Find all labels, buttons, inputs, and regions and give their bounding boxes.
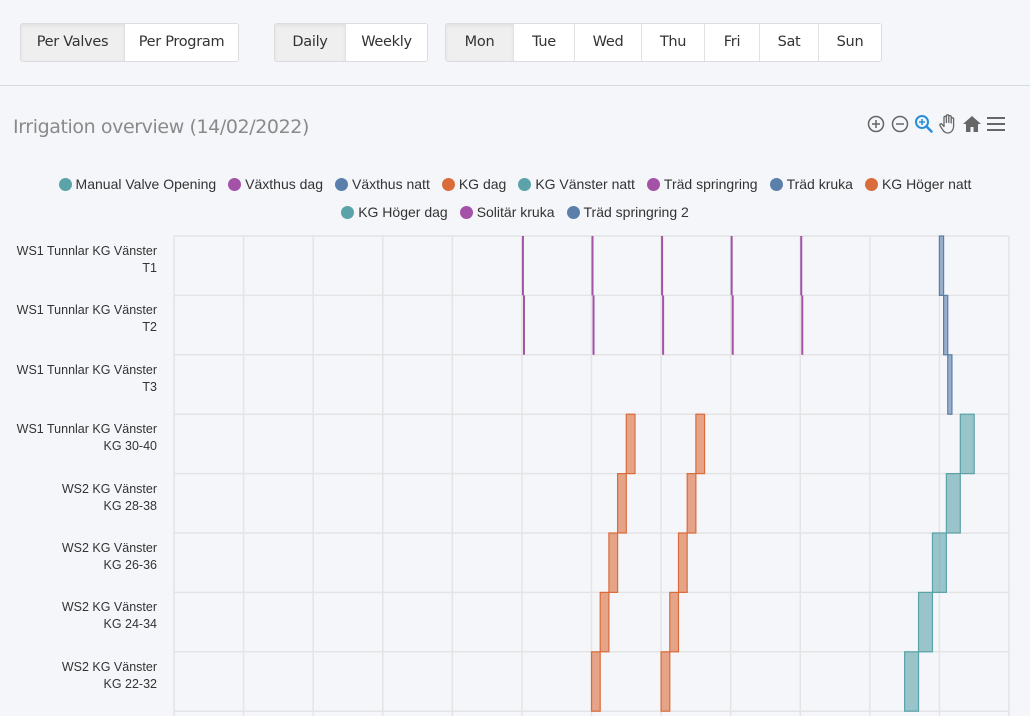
bar-kg-dag[interactable] <box>590 651 601 712</box>
bar-kg-dag[interactable] <box>669 591 680 653</box>
bar-kg-dag[interactable] <box>625 413 636 475</box>
bar-vaxthus-dag[interactable] <box>730 236 733 296</box>
bar-kg-dag[interactable] <box>616 473 627 534</box>
bar-vaxthus-dag[interactable] <box>591 236 594 296</box>
bar-vaxthus-natt[interactable] <box>942 294 949 356</box>
bar-kg-vanster-natt[interactable] <box>904 651 920 712</box>
bar-vaxthus-dag[interactable] <box>521 236 524 296</box>
bar-kg-dag[interactable] <box>608 532 619 594</box>
bar-kg-dag[interactable] <box>695 413 706 475</box>
bar-kg-vanster-natt[interactable] <box>959 413 975 475</box>
bar-kg-dag[interactable] <box>660 651 671 712</box>
bar-kg-dag[interactable] <box>686 473 697 534</box>
bar-vaxthus-dag[interactable] <box>661 236 664 296</box>
bar-kg-dag[interactable] <box>599 591 610 653</box>
bar-kg-dag[interactable] <box>677 532 688 594</box>
bar-vaxthus-natt[interactable] <box>938 235 945 297</box>
bar-vaxthus-dag[interactable] <box>731 295 734 355</box>
bar-vaxthus-dag[interactable] <box>592 295 595 355</box>
bar-vaxthus-dag[interactable] <box>800 236 803 296</box>
bar-vaxthus-dag[interactable] <box>522 295 525 355</box>
bar-kg-vanster-natt[interactable] <box>945 473 961 534</box>
bar-vaxthus-natt[interactable] <box>947 354 953 415</box>
bar-vaxthus-dag[interactable] <box>662 295 665 355</box>
bar-vaxthus-dag[interactable] <box>801 295 804 355</box>
bar-kg-vanster-natt[interactable] <box>931 532 947 594</box>
timeline-chart <box>173 235 1010 716</box>
bar-kg-vanster-natt[interactable] <box>917 591 934 653</box>
